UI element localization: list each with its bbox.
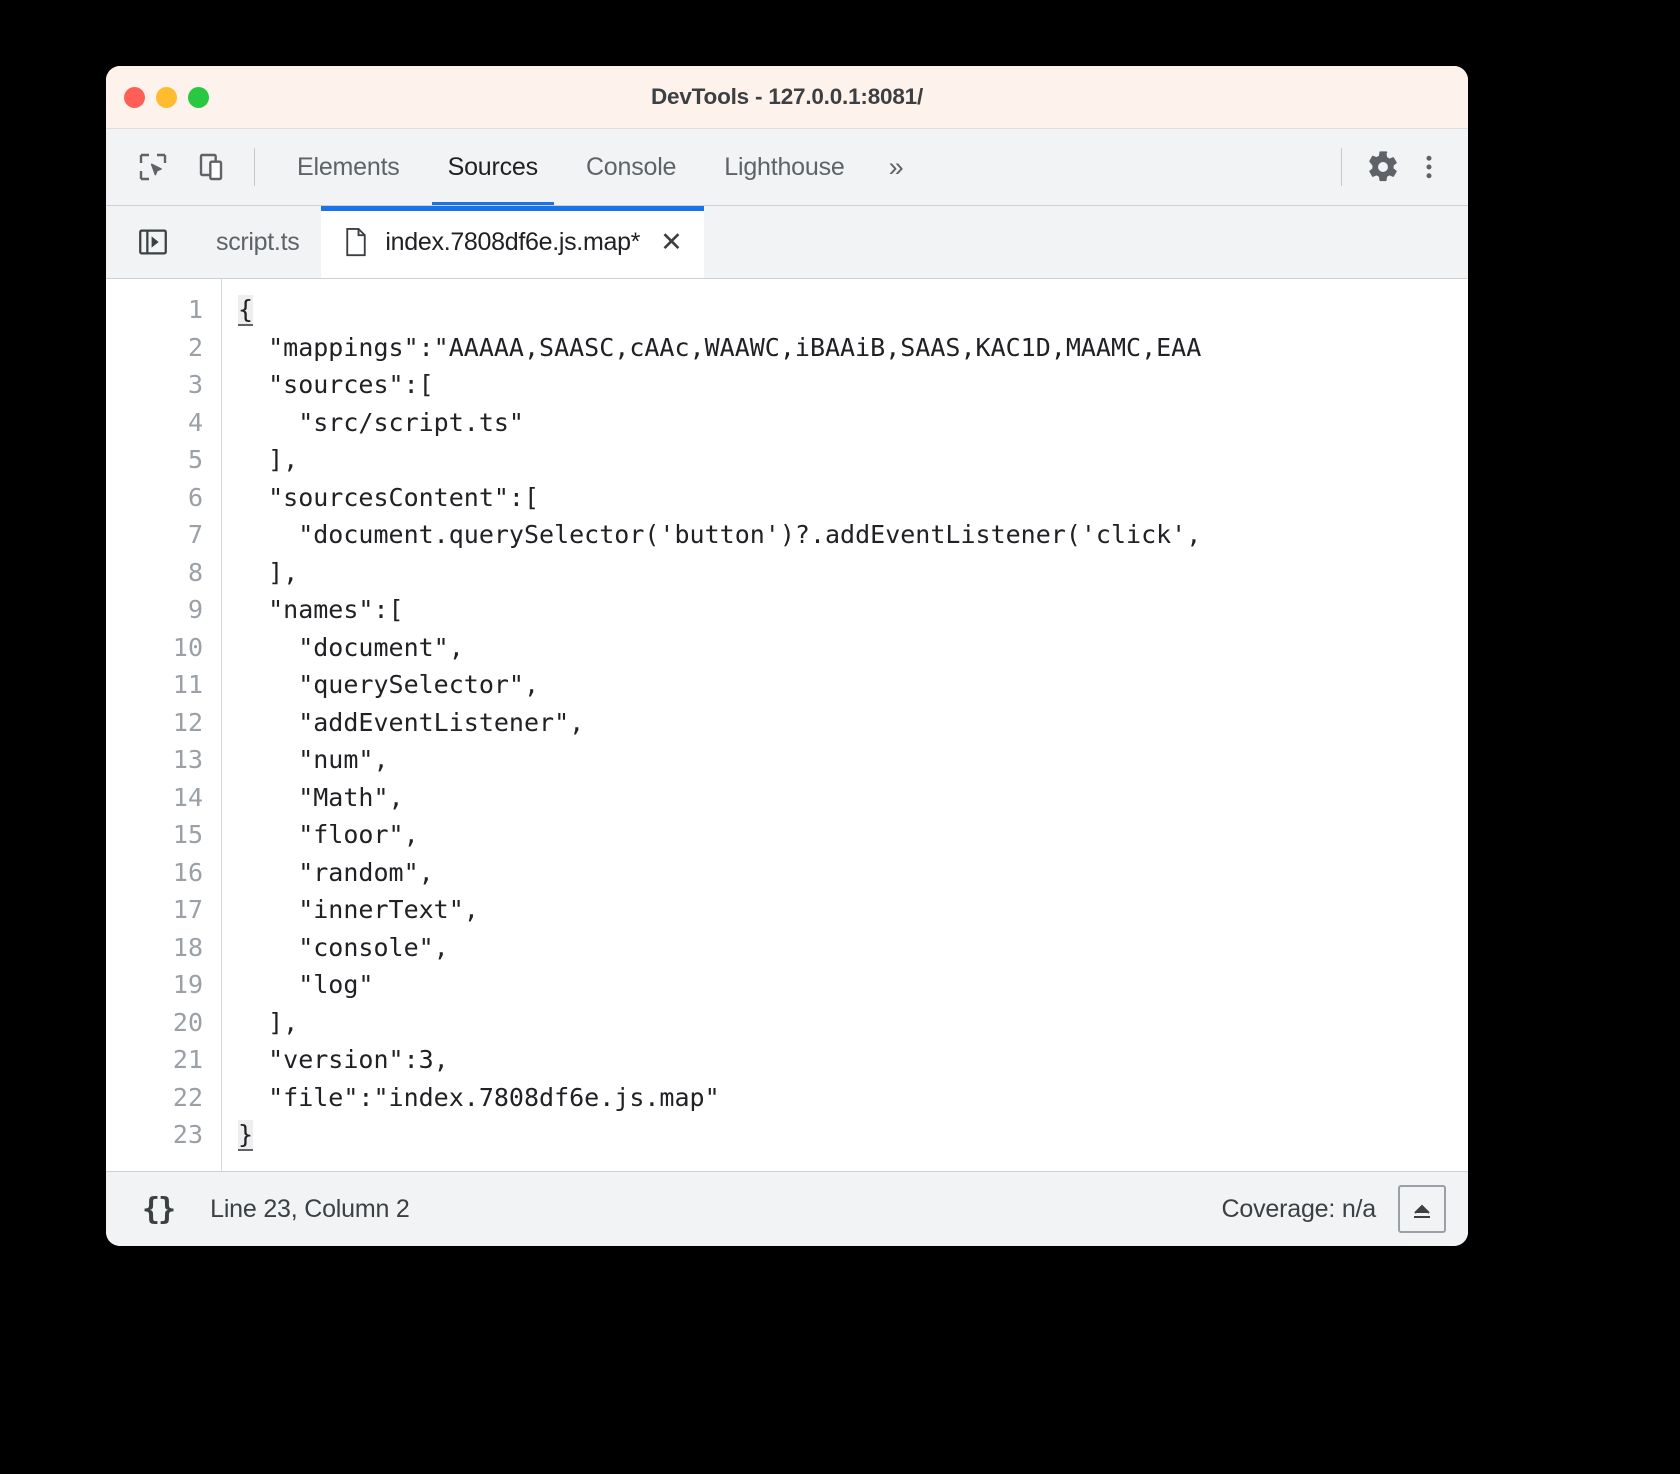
cursor-position-label: Line 23, Column 2 <box>210 1194 410 1223</box>
show-navigator-icon[interactable] <box>130 219 176 265</box>
tab-sources[interactable]: Sources <box>424 129 562 205</box>
title-bar: DevTools - 127.0.0.1:8081/ <box>106 66 1468 129</box>
line-number: 5 <box>187 445 203 474</box>
code-line[interactable]: "querySelector", <box>238 666 1468 704</box>
code-line[interactable]: "floor", <box>238 816 1468 854</box>
code-line[interactable]: "document.querySelector('button')?.addEv… <box>238 516 1468 554</box>
tab-elements[interactable]: Elements <box>273 129 424 205</box>
code-line[interactable]: "src/script.ts" <box>238 404 1468 442</box>
code-line[interactable]: { <box>238 291 1468 329</box>
file-tab-bar: script.ts index.7808df6e.js.map* ✕ <box>106 206 1468 279</box>
line-number: 23 <box>172 1120 203 1149</box>
file-tab-index-js-map[interactable]: index.7808df6e.js.map* ✕ <box>321 206 705 278</box>
line-number: 1 <box>187 295 203 324</box>
code-line[interactable]: "names":[ <box>238 591 1468 629</box>
matching-brace: } <box>238 1120 254 1151</box>
line-number: 22 <box>172 1082 203 1112</box>
code-line[interactable]: "random", <box>238 854 1468 892</box>
line-number: 15 <box>172 820 203 849</box>
line-number: 10 <box>172 632 203 662</box>
code-line[interactable]: "Math", <box>238 779 1468 817</box>
line-number: 4 <box>187 407 203 437</box>
line-number-gutter: 1 2 3 4 5 6 7 8 9 10 11 12 13 14 15 16 17 18 19 20 21 22 23 <box>106 279 222 1171</box>
matching-brace: { <box>238 295 254 326</box>
code-line[interactable]: "num", <box>238 741 1468 779</box>
toolbar-icon-group <box>106 144 236 190</box>
line-number: 20 <box>172 1007 203 1037</box>
gear-icon[interactable] <box>1360 144 1406 190</box>
inspect-element-icon[interactable] <box>130 144 176 190</box>
file-tab-label: index.7808df6e.js.map* <box>385 227 641 256</box>
file-tab-script-ts[interactable]: script.ts <box>194 206 321 278</box>
minimize-window-button[interactable] <box>156 86 177 108</box>
line-number: 19 <box>172 970 203 999</box>
tab-console[interactable]: Console <box>562 129 700 205</box>
coverage-label: Coverage: n/a <box>1221 1194 1377 1223</box>
window-title: DevTools - 127.0.0.1:8081/ <box>650 84 924 109</box>
pretty-print-button[interactable]: {} <box>128 1192 188 1227</box>
close-icon[interactable]: ✕ <box>660 228 683 256</box>
line-number: 6 <box>187 482 203 512</box>
line-number: 21 <box>172 1045 203 1074</box>
code-line[interactable]: "mappings":"AAAAA,SAASC,cAAc,WAAWC,iBAAi… <box>238 329 1468 367</box>
code-line[interactable]: "version":3, <box>238 1041 1468 1079</box>
code-line[interactable]: } <box>238 1116 1468 1154</box>
line-number: 16 <box>172 857 203 887</box>
line-number: 12 <box>172 707 203 737</box>
show-drawer-icon[interactable] <box>1398 1185 1446 1233</box>
traffic-lights <box>124 66 209 128</box>
code-line[interactable]: "addEventListener", <box>238 704 1468 742</box>
panel-tab-list: Elements Sources Console Lighthouse » <box>273 129 924 205</box>
toolbar-right-group <box>1323 144 1468 190</box>
status-bar-right: Coverage: n/a <box>1222 1185 1446 1233</box>
file-tab-label: script.ts <box>216 227 300 256</box>
device-toolbar-icon[interactable] <box>190 144 236 190</box>
panel-toolbar: Elements Sources Console Lighthouse » <box>106 129 1468 206</box>
code-line[interactable]: "log" <box>238 966 1468 1004</box>
line-number: 3 <box>187 370 203 399</box>
code-line[interactable]: "sourcesContent":[ <box>238 479 1468 517</box>
toolbar-divider <box>254 148 255 186</box>
line-number: 2 <box>187 332 203 362</box>
maximize-window-button[interactable] <box>188 86 209 108</box>
code-line[interactable]: ], <box>238 1004 1468 1042</box>
tab-lighthouse[interactable]: Lighthouse <box>700 129 868 205</box>
devtools-window: DevTools - 127.0.0.1:8081/ Elements Sour… <box>106 66 1468 1246</box>
code-line[interactable]: "sources":[ <box>238 366 1468 404</box>
line-number: 13 <box>172 745 203 774</box>
line-number: 8 <box>187 557 203 587</box>
document-icon <box>343 227 369 257</box>
close-window-button[interactable] <box>124 86 145 108</box>
code-line[interactable]: "innerText", <box>238 891 1468 929</box>
more-vertical-icon[interactable] <box>1406 144 1452 190</box>
code-line[interactable]: "file":"index.7808df6e.js.map" <box>238 1079 1468 1117</box>
line-number: 18 <box>172 932 203 962</box>
line-number: 11 <box>172 670 203 699</box>
code-content[interactable]: { "mappings":"AAAAA,SAASC,cAAc,WAAWC,iBA… <box>222 279 1468 1171</box>
line-number: 14 <box>172 782 203 812</box>
line-number: 17 <box>172 895 203 924</box>
code-line[interactable]: "console", <box>238 929 1468 967</box>
line-number: 7 <box>187 520 203 549</box>
code-line[interactable]: "document", <box>238 629 1468 667</box>
code-line[interactable]: ], <box>238 441 1468 479</box>
line-number: 9 <box>187 595 203 624</box>
code-editor[interactable]: 1 2 3 4 5 6 7 8 9 10 11 12 13 14 15 16 17 18 19 20 21 22 23 { … <box>106 279 1468 1171</box>
more-tabs-icon[interactable]: » <box>869 129 924 205</box>
status-bar: {} Line 23, Column 2 Coverage: n/a <box>106 1171 1468 1246</box>
toolbar-divider-right <box>1341 148 1342 186</box>
code-line[interactable]: ], <box>238 554 1468 592</box>
